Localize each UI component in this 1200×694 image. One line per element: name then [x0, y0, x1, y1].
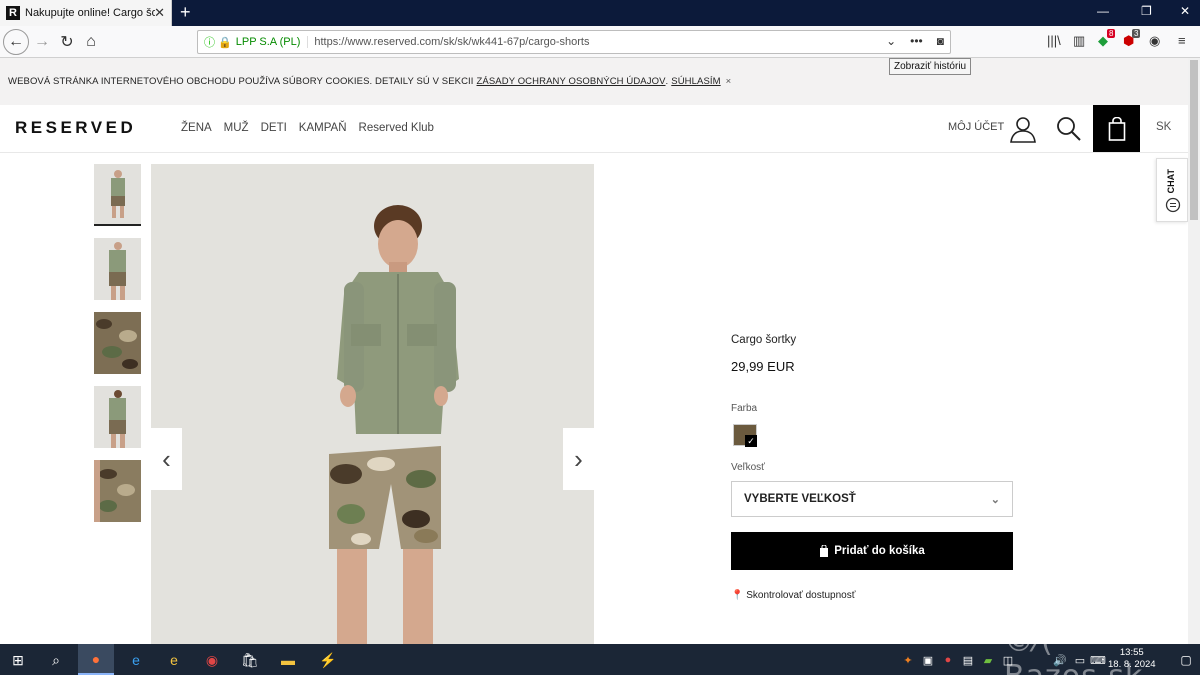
new-tab-icon[interactable]: + [180, 3, 191, 21]
next-image-button[interactable]: › [563, 428, 594, 490]
accept-cookies-link[interactable]: SÚHLASÍM [671, 76, 720, 87]
adblock-badge: 3 [1132, 29, 1141, 38]
reserved-favicon-icon: R [6, 6, 20, 20]
reload-icon[interactable]: ↻ [55, 30, 79, 54]
tab-title: Nakupujte online! Cargo šortky [25, 7, 155, 19]
tray-icon[interactable]: ✦ [898, 650, 918, 670]
privacy-link[interactable]: ZÁSADY OCHRANY OSOBNÝCH ÚDAJOV [477, 76, 666, 87]
search-icon[interactable] [1056, 116, 1082, 142]
search-taskbar-icon[interactable]: ⌕ [46, 650, 66, 670]
color-label: Farba [731, 403, 758, 414]
close-tab-icon[interactable]: ✕ [154, 5, 165, 21]
close-cookie-icon[interactable]: × [726, 76, 732, 87]
app-icon[interactable]: ⚡ [318, 650, 338, 670]
size-label: Veľkosť [731, 462, 765, 473]
forward-icon[interactable]: → [30, 30, 54, 54]
bazos-watermark: ©⁄( Bazos.sk [1004, 624, 1144, 694]
library-icon[interactable]: |||\ [1047, 33, 1061, 48]
menu-item-kampan[interactable]: KAMPAŇ [299, 122, 347, 134]
tray-icon[interactable]: ▣ [918, 650, 938, 670]
store-icon[interactable]: 🛍 [240, 650, 260, 670]
minimize-icon[interactable]: — [1097, 4, 1109, 18]
close-window-icon[interactable]: ✕ [1180, 4, 1190, 18]
firefox-icon[interactable]: ● [78, 644, 114, 675]
bag-icon [820, 545, 829, 557]
back-icon[interactable]: ← [3, 29, 29, 55]
location-pin-icon: 📍 [731, 590, 744, 601]
tray-icon[interactable]: ▤ [958, 650, 978, 670]
size-select-value: VYBERTE VEĽKOSŤ [744, 493, 856, 505]
menu-item-zena[interactable]: ŽENA [181, 122, 212, 134]
address-bar[interactable]: ⓘ 🔒 LPP S.A (PL) https://www.reserved.co… [197, 30, 951, 54]
product-thumbnail[interactable] [94, 386, 141, 448]
chat-button[interactable]: CHAT [1156, 158, 1188, 222]
chevron-left-icon: ‹ [162, 443, 171, 474]
home-icon[interactable]: ⌂ [79, 30, 103, 54]
restore-icon[interactable]: ❐ [1141, 4, 1152, 18]
info-icon[interactable]: ⓘ 🔒 [204, 34, 232, 50]
pocket-icon[interactable]: ◙ [937, 34, 944, 48]
site-header: RESERVED ŽENA MUŽ DETI KAMPAŇ Reserved K… [0, 105, 1188, 153]
chat-bubble-icon [1165, 197, 1181, 213]
product-thumbnail[interactable] [94, 238, 141, 300]
user-icon[interactable] [1009, 115, 1037, 143]
cookie-separator: . [665, 76, 669, 87]
reserved-logo[interactable]: RESERVED [15, 118, 136, 138]
tooltip: Zobraziť históriu [889, 58, 972, 75]
tray-icon[interactable]: ▰ [978, 650, 998, 670]
menu-item-reserved-klub[interactable]: Reserved Klub [359, 122, 434, 134]
url-text[interactable]: https://www.reserved.com/sk/sk/wk441-67p… [314, 36, 589, 48]
chevron-right-icon: › [574, 443, 583, 474]
product-price: 29,99 EUR [731, 359, 795, 374]
chat-label: CHAT [1166, 169, 1176, 194]
language-selector[interactable]: SK [1156, 121, 1171, 133]
product-thumbnail[interactable] [94, 164, 141, 226]
history-dropdown-icon[interactable]: ⌄ [886, 34, 896, 48]
edge-icon[interactable]: e [126, 650, 146, 670]
checkmark-icon: ✓ [745, 435, 757, 447]
page-actions-icon[interactable]: ••• [910, 34, 923, 48]
shopping-bag-icon [1108, 116, 1125, 141]
app-icon[interactable]: ◉ [202, 650, 222, 670]
product-main-image[interactable] [151, 164, 594, 644]
hamburger-menu-icon[interactable]: ≡ [1178, 33, 1186, 48]
sidebar-icon[interactable]: ▥ [1073, 33, 1085, 49]
menu-item-deti[interactable]: DETI [261, 122, 287, 134]
availability-label: Skontrolovať dostupnosť [746, 590, 856, 601]
cart-button[interactable] [1093, 105, 1140, 152]
product-name: Cargo šortky [731, 334, 797, 346]
chevron-down-icon: ⌄ [990, 494, 1000, 506]
product-thumbnail[interactable] [94, 312, 141, 374]
menu-item-muz[interactable]: MUŽ [224, 122, 249, 134]
prev-image-button[interactable]: ‹ [151, 428, 182, 490]
extension-badge: 8 [1107, 29, 1116, 38]
cookie-text: WEBOVÁ STRÁNKA INTERNETOVÉHO OBCHODU POU… [8, 76, 474, 87]
product-photo [151, 164, 594, 644]
product-thumbnail[interactable] [94, 460, 141, 522]
browser-tab[interactable]: R Nakupujte online! Cargo šortky ✕ [0, 0, 172, 26]
browser-nav-bar: ← → ↻ ⌂ ⓘ 🔒 LPP S.A (PL) https://www.res… [0, 26, 1200, 58]
account-icon[interactable]: ◉ [1149, 33, 1160, 49]
cookie-bar: WEBOVÁ STRÁNKA INTERNETOVÉHO OBCHODU POU… [0, 58, 1200, 105]
add-to-cart-label: Pridať do košíka [834, 545, 925, 557]
my-account-link[interactable]: MÔJ ÚČET [948, 121, 1004, 133]
check-availability-link[interactable]: 📍 Skontrolovať dostupnosť [731, 590, 855, 601]
file-explorer-icon[interactable]: ▬ [278, 650, 298, 670]
browser-tab-bar: R Nakupujte online! Cargo šortky ✕ + — ❐… [0, 0, 1200, 26]
scrollbar-thumb[interactable] [1190, 60, 1198, 220]
size-select[interactable]: VYBERTE VEĽKOSŤ ⌄ [731, 481, 1013, 517]
add-to-cart-button[interactable]: Pridať do košíka [731, 532, 1013, 570]
windows-start-icon[interactable]: ⊞ [8, 650, 28, 670]
tray-icon[interactable]: ● [938, 650, 958, 670]
main-menu: ŽENA MUŽ DETI KAMPAŇ Reserved Klub [181, 122, 434, 134]
ie-icon[interactable]: e [164, 650, 184, 670]
site-identity[interactable]: LPP S.A (PL) [236, 36, 309, 48]
